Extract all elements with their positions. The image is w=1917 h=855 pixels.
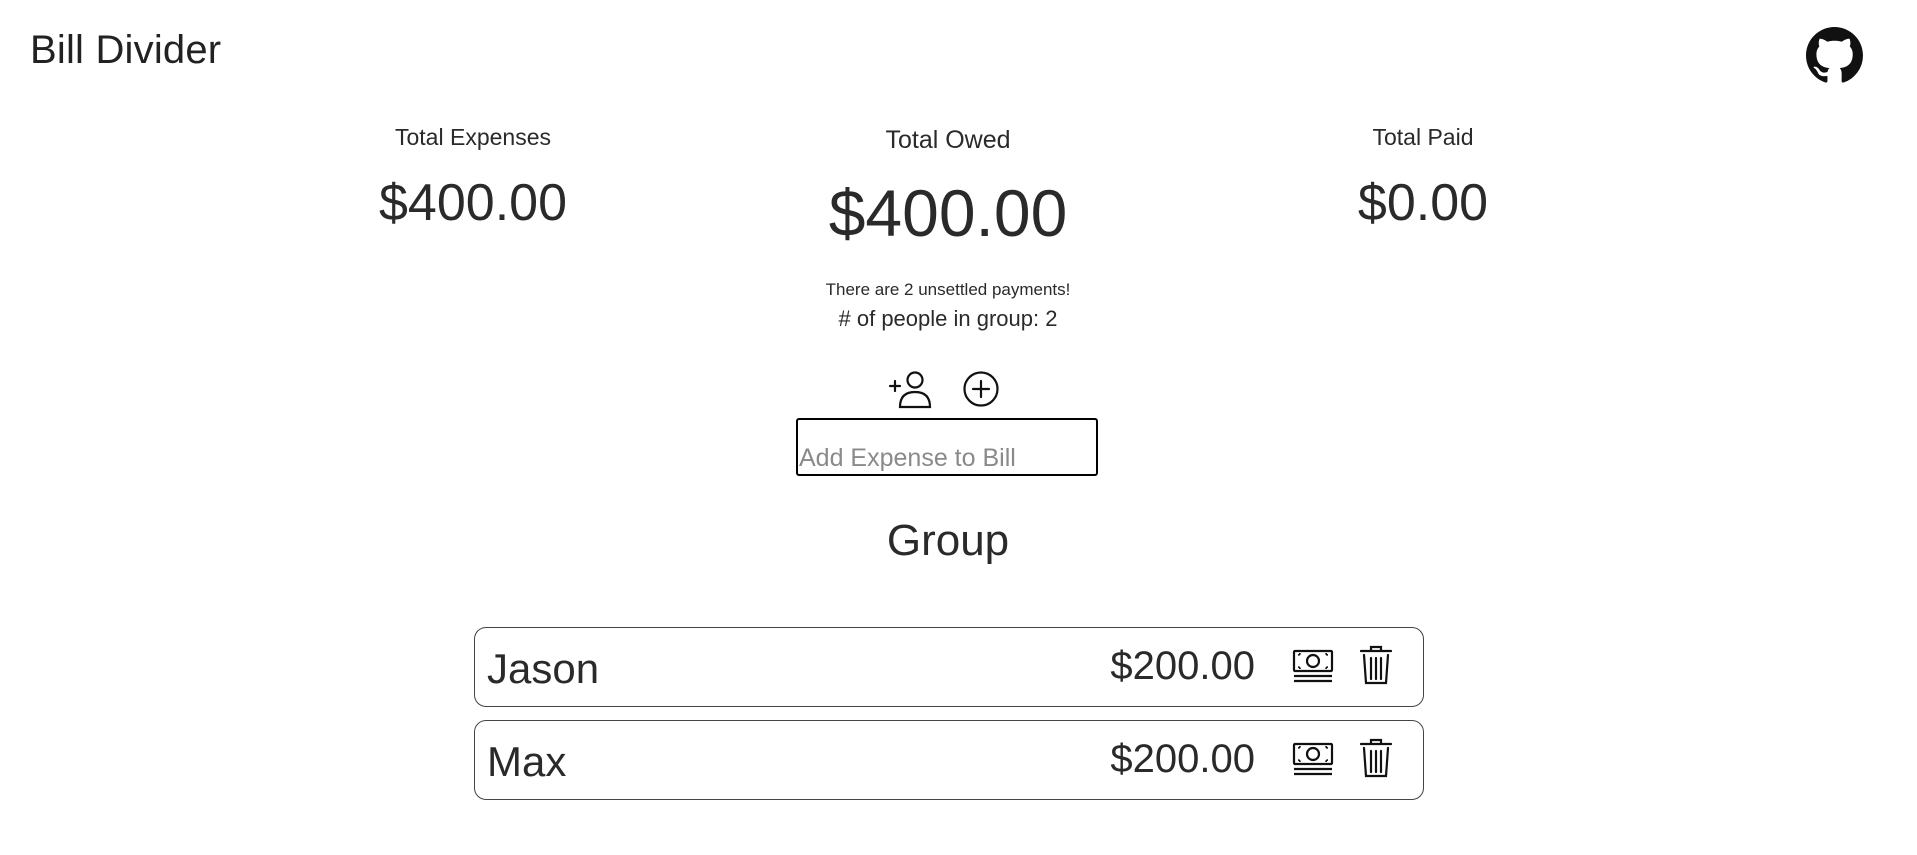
total-owed-stat: Total Owed $400.00 [798, 126, 1098, 251]
member-amount: $200.00 [1110, 644, 1255, 688]
unsettled-payments-text: There are 2 unsettled payments! [825, 280, 1071, 299]
github-link[interactable] [1806, 27, 1863, 84]
member-name: Max [487, 738, 567, 785]
mark-paid-button[interactable] [1292, 648, 1334, 686]
people-count-text: # of people in group: 2 [838, 306, 1058, 331]
group-title: Group [886, 516, 1010, 565]
member-row: Jason $200.00 [474, 627, 1424, 707]
group-member-list: Jason $200.00 Max $200.00 [474, 627, 1424, 813]
bill-divider-page: Bill Divider Total Expenses $400.00 Tota… [0, 0, 1917, 855]
github-icon [1806, 27, 1863, 83]
mark-paid-button[interactable] [1292, 741, 1334, 779]
delete-member-button[interactable] [1360, 738, 1392, 778]
total-paid-stat: Total Paid $0.00 [1273, 124, 1573, 233]
total-paid-label: Total Paid [1372, 124, 1474, 150]
money-icon [1292, 742, 1334, 776]
total-owed-label: Total Owed [885, 126, 1011, 154]
add-person-icon [888, 371, 932, 409]
plus-circle-icon [963, 371, 999, 407]
app-title: Bill Divider [30, 28, 222, 72]
trash-icon [1360, 738, 1392, 778]
add-person-button[interactable] [888, 369, 932, 409]
total-paid-value: $0.00 [1357, 174, 1489, 232]
total-owed-value: $400.00 [828, 176, 1068, 250]
member-row: Max $200.00 [474, 720, 1424, 800]
total-expenses-label: Total Expenses [395, 124, 551, 150]
total-expenses-stat: Total Expenses $400.00 [323, 124, 623, 233]
add-expense-input[interactable] [796, 418, 1098, 476]
trash-icon [1360, 645, 1392, 685]
member-name: Jason [487, 645, 600, 692]
total-expenses-value: $400.00 [379, 174, 567, 232]
delete-member-button[interactable] [1360, 645, 1392, 685]
money-icon [1292, 649, 1334, 683]
member-amount: $200.00 [1110, 737, 1255, 781]
add-expense-button[interactable] [962, 370, 1000, 408]
